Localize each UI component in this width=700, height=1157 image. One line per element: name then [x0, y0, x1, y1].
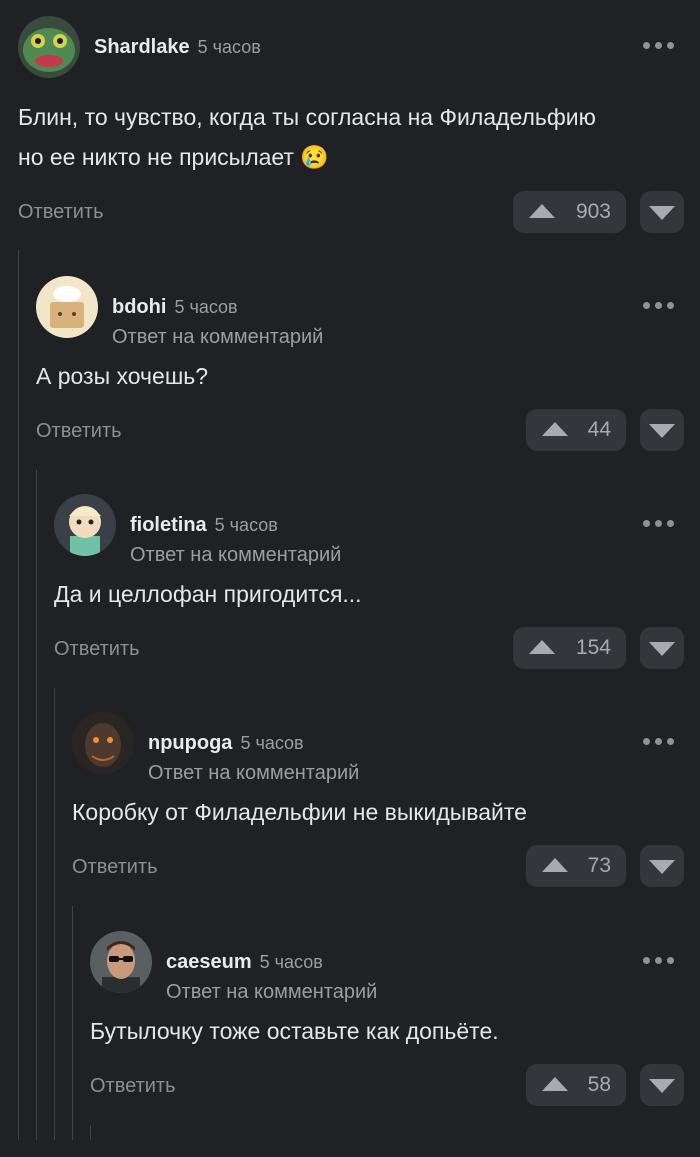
username[interactable]: bdohi 5 часов — [112, 296, 238, 319]
arrow-down-icon — [649, 206, 675, 220]
thread-line-1 — [18, 250, 19, 1140]
more-options-icon[interactable] — [643, 738, 674, 745]
cartoon-boy-avatar-icon — [54, 494, 116, 556]
reply-button[interactable]: Ответить — [18, 201, 104, 224]
timestamp: 5 часов — [197, 37, 261, 57]
more-options-icon[interactable] — [643, 520, 674, 527]
frog-avatar-icon — [18, 16, 80, 78]
more-options-icon[interactable] — [643, 302, 674, 309]
comment-text: Бутылочку тоже оставьте как допьёте. — [90, 1011, 499, 1051]
username-text[interactable]: Shardlake — [94, 36, 190, 58]
downvote-button[interactable] — [640, 1064, 684, 1106]
comment-text: А розы хочешь? — [36, 356, 208, 396]
reply-button[interactable]: Ответить — [36, 420, 122, 443]
upvote-button[interactable]: 154 — [513, 627, 626, 669]
username-text[interactable]: caeseum — [166, 951, 252, 973]
upvote-button[interactable]: 58 — [526, 1064, 626, 1106]
username[interactable]: caeseum 5 часов — [166, 951, 323, 974]
more-options-icon[interactable] — [643, 42, 674, 49]
username[interactable]: npupoga 5 часов — [148, 732, 304, 755]
avatar[interactable] — [90, 931, 152, 993]
arrow-up-icon — [542, 1077, 568, 1091]
arrow-down-icon — [649, 1079, 675, 1093]
username-text[interactable]: bdohi — [112, 296, 166, 318]
avatar[interactable] — [36, 276, 98, 338]
reply-button[interactable]: Ответить — [90, 1075, 176, 1098]
avatar[interactable] — [54, 494, 116, 556]
comment-text-line: Бутылочку тоже оставьте как допьёте. — [90, 1018, 499, 1044]
comment-text-line: А розы хочешь? — [36, 363, 209, 389]
username-text[interactable]: npupoga — [148, 732, 232, 754]
downvote-button[interactable] — [640, 191, 684, 233]
reply-to-link[interactable]: Ответ на комментарий — [148, 762, 359, 785]
vote-count: 903 — [575, 200, 611, 223]
comment-text: Блин, то чувство, когда ты согласна на Ф… — [18, 97, 596, 177]
timestamp: 5 часов — [174, 297, 238, 317]
thread-line-2 — [36, 470, 37, 1140]
comment: caeseum 5 часов Ответ на комментарий Буты… — [90, 931, 700, 1111]
avatar[interactable] — [18, 16, 80, 78]
username[interactable]: Shardlake 5 часов — [94, 36, 261, 59]
arrow-down-icon — [649, 424, 675, 438]
downvote-button[interactable] — [640, 627, 684, 669]
comment-text: Да и целлофан пригодится... — [54, 574, 362, 614]
arrow-down-icon — [649, 642, 675, 656]
downvote-button[interactable] — [640, 845, 684, 887]
thread-line-3 — [54, 688, 55, 1140]
timestamp: 5 часов — [240, 733, 304, 753]
comment-text: Коробку от Филадельфии не выкидывайте — [72, 792, 527, 832]
downvote-button[interactable] — [640, 409, 684, 451]
dark-creature-avatar-icon — [72, 712, 134, 774]
upvote-button[interactable]: 73 — [526, 845, 626, 887]
username-text[interactable]: fioletina — [130, 514, 207, 536]
reply-button[interactable]: Ответить — [54, 638, 140, 661]
comment: fioletina 5 часов Ответ на комментарий Да… — [54, 494, 700, 674]
comment: Shardlake 5 часов Блин, то чувство, когда… — [18, 16, 700, 241]
vote-count: 44 — [587, 418, 611, 441]
comment: bdohi 5 часов Ответ на комментарий А розы… — [36, 276, 700, 456]
reply-to-link[interactable]: Ответ на комментарий — [166, 981, 377, 1004]
vote-count: 73 — [587, 854, 611, 877]
comment-text-line: Коробку от Филадельфии не выкидывайте — [72, 799, 527, 825]
more-options-icon[interactable] — [643, 957, 674, 964]
avatar[interactable] — [72, 712, 134, 774]
comment: npupoga 5 часов Ответ на комментарий Коро… — [72, 712, 700, 892]
vote-count: 154 — [575, 636, 611, 659]
vote-count: 58 — [587, 1073, 611, 1096]
thread-line-4 — [72, 906, 73, 1140]
timestamp: 5 часов — [214, 515, 278, 535]
arrow-up-icon — [542, 858, 568, 872]
comment-text-line: но ее никто не присылает 😢 — [18, 144, 329, 170]
arrow-up-icon — [529, 204, 555, 218]
thread-line-5 — [90, 1125, 91, 1140]
username[interactable]: fioletina 5 часов — [130, 514, 278, 537]
arrow-up-icon — [529, 640, 555, 654]
comment-text-line: Да и целлофан пригодится... — [54, 581, 362, 607]
upvote-button[interactable]: 44 — [526, 409, 626, 451]
reply-to-link[interactable]: Ответ на комментарий — [112, 326, 323, 349]
upvote-button[interactable]: 903 — [513, 191, 626, 233]
timestamp: 5 часов — [259, 952, 323, 972]
reply-button[interactable]: Ответить — [72, 856, 158, 879]
arrow-down-icon — [649, 860, 675, 874]
reply-to-link[interactable]: Ответ на комментарий — [130, 544, 341, 567]
man-sunglasses-avatar-icon — [90, 931, 152, 993]
arrow-up-icon — [542, 422, 568, 436]
chef-box-avatar-icon — [36, 276, 98, 338]
comment-text-line: Блин, то чувство, когда ты согласна на Ф… — [18, 104, 596, 130]
